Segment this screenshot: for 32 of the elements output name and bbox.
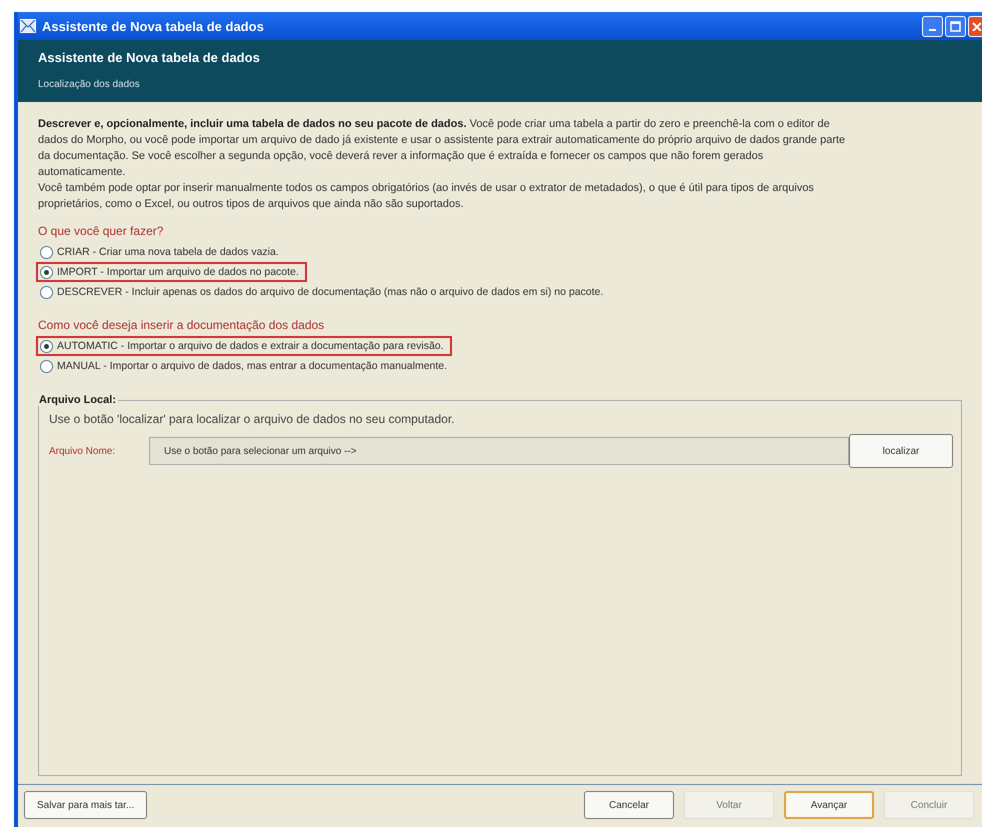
radio-button[interactable] [40,360,53,372]
minimize-button[interactable] [922,16,943,36]
question-label: Como você deseja inserir a documentação dos dados [38,318,326,332]
instruction-text: Use o botão 'localizar' para localizar o arquivo de dados no seu computador. [49,412,456,426]
maximize-icon [950,20,961,32]
wizard-button[interactable]: Avançar [784,791,874,819]
minimize-icon [929,29,936,31]
radio-option[interactable]: DESCREVER - Incluir apenas os dados do arquivo de documentação (mas não o arquivo de dados em si) no pacote. [36,282,612,302]
radio-button[interactable] [40,246,53,258]
radio-button[interactable] [40,286,53,298]
maximize-button[interactable] [945,16,966,36]
file-name-field[interactable]: Use o botão para selecionar um arquivo --> [149,437,849,465]
radio-button[interactable] [40,266,53,278]
field-label: Arquivo Nome: [49,446,116,456]
question-label: O que você quer fazer? [38,224,164,238]
wizard-title: Assistente de Nova tabela de dados [38,50,261,65]
save-button[interactable]: Salvar para mais tar... [24,791,148,819]
panel-legend: Arquivo Local: [37,394,118,406]
window-title: Assistente de Nova tabela de dados [42,18,265,34]
envelope-icon [20,19,36,33]
intro-paragraph: Você também pode optar por inserir manualmente todos os campos obrigatórios (ao invés de usar o extrator de metadados), o que é útil para tipos de arquivos proprietários, como o Excel, ou outros tipos de arquivos que ainda não são suportados. [38,181,815,212]
radio-option[interactable]: IMPORT - Importar um arquivo de dados no pacote. [36,262,307,282]
browse-button[interactable]: localizar [849,434,953,468]
intro-paragraph: Descrever e, opcionalmente, incluir uma tabela de dados no seu pacote de dados. Você pode criar uma tabela a partir do zero e preenchê-la com o editor de dados do Morpho, ou você pode importar um arquivo de dado já existente e usar o assistente para extrair automaticamente do próprio arquivo de dados grande parte da documentação. Se você escolher a segunda opção, você deverá rever a informação que é extraída e fornecer os campos que não forem gerados automaticamente. [38,117,846,180]
close-button[interactable] [968,16,982,36]
close-icon [970,21,980,31]
wizard-button[interactable]: Cancelar [584,791,674,819]
radio-button[interactable] [40,340,53,352]
radio-option[interactable]: CRIAR - Criar uma nova tabela de dados vazia. [36,242,287,262]
radio-option[interactable]: MANUAL - Importar o arquivo de dados, mas entrar a documentação manualmente. [36,356,456,376]
step-subtitle: Localização dos dados [38,79,141,90]
radio-option[interactable]: AUTOMATIC - Importar o arquivo de dados e extrair a documentação para revisão. [36,336,452,356]
